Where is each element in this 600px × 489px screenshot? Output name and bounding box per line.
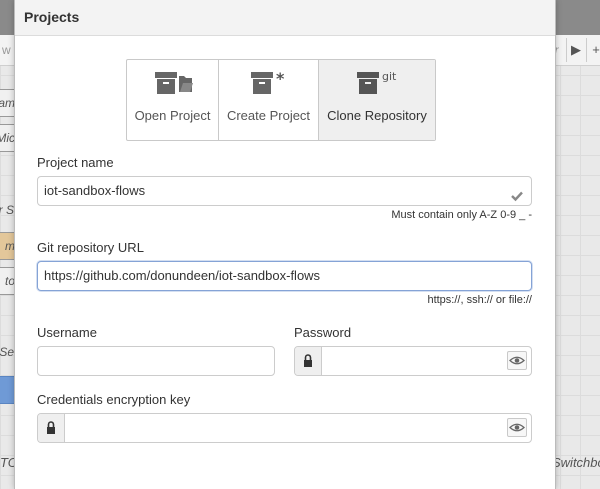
credentials-key-label: Credentials encryption key (37, 392, 191, 407)
project-name-input[interactable]: iot-sandbox-flows (37, 176, 532, 206)
username-label: Username (37, 325, 97, 340)
git-url-hint: https://, ssh:// or file:// (427, 294, 532, 306)
open-project-label: Open Project (134, 108, 211, 123)
box-git-icon: git (355, 70, 399, 99)
clone-repository-label: Clone Repository (327, 108, 427, 123)
git-url-value: https://github.com/donundeen/iot-sandbox… (44, 268, 321, 283)
canvas-node-label-right: Switchbo (552, 455, 600, 470)
add-tab-icon[interactable]: + (586, 38, 600, 62)
lock-icon (304, 354, 312, 367)
project-type-selector: Open Project * Create Project git Clone … (126, 59, 436, 141)
credentials-key-input[interactable] (37, 413, 532, 443)
dialog-title: Projects (15, 0, 555, 36)
tab-scroll-right-icon[interactable]: ▶ (566, 38, 585, 62)
folder-open-icon (153, 70, 193, 99)
show-key-eye-icon[interactable] (507, 418, 527, 437)
check-icon (511, 184, 523, 212)
show-password-eye-icon[interactable] (507, 351, 527, 370)
create-project-label: Create Project (226, 108, 311, 123)
project-name-label: Project name (37, 155, 114, 170)
git-url-input[interactable]: https://github.com/donundeen/iot-sandbox… (37, 261, 532, 291)
lock-icon-box (295, 347, 322, 375)
clone-repository-button[interactable]: git Clone Repository (319, 60, 435, 140)
git-badge: git (382, 70, 397, 83)
create-project-button[interactable]: * Create Project (219, 60, 319, 140)
project-name-value: iot-sandbox-flows (44, 183, 146, 198)
open-project-button[interactable]: Open Project (127, 60, 219, 140)
projects-dialog: Projects Open Project * Create Project g… (14, 0, 556, 489)
svg-text:*: * (276, 70, 285, 88)
password-input[interactable] (294, 346, 532, 376)
workspace-tab-left[interactable]: w (2, 38, 11, 62)
lock-icon-box (38, 414, 65, 442)
box-star-icon: * (249, 69, 289, 99)
git-url-label: Git repository URL (37, 240, 144, 255)
password-label: Password (294, 325, 352, 340)
lock-icon (47, 421, 55, 434)
username-input[interactable] (37, 346, 275, 376)
project-name-hint: Must contain only A-Z 0-9 _ - (391, 209, 532, 221)
